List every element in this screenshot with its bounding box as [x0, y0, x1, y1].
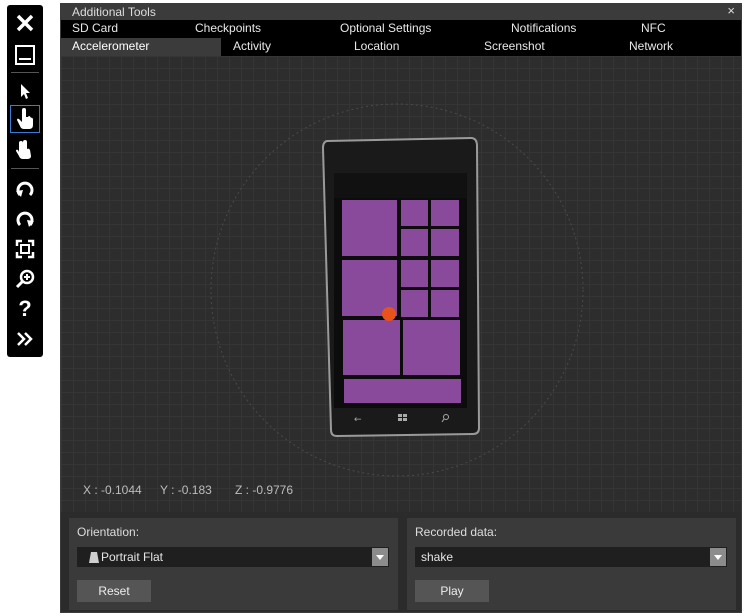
- fit-screen-icon: [15, 239, 35, 259]
- phone-icon: [89, 552, 99, 566]
- tab-screenshot[interactable]: Screenshot: [484, 38, 584, 56]
- phone-model: ←: [210, 103, 584, 477]
- reset-button[interactable]: Reset: [77, 580, 151, 602]
- rotate-right-icon: [15, 209, 35, 229]
- window-title: Additional Tools: [72, 5, 156, 19]
- recorded-data-group: Recorded data: shake Play: [407, 518, 736, 610]
- single-touch-icon: [14, 107, 36, 131]
- help-button[interactable]: ?: [10, 295, 40, 323]
- tab-network[interactable]: Network: [629, 38, 709, 56]
- rotate-left-button[interactable]: [10, 175, 40, 203]
- pointer-button[interactable]: [10, 77, 40, 105]
- tab-row-1: SD Card Checkpoints Optional Settings No…: [61, 20, 741, 38]
- multi-touch-button[interactable]: [10, 135, 40, 163]
- play-button[interactable]: Play: [415, 580, 489, 602]
- rotate-left-icon: [15, 179, 35, 199]
- emulator-toolbar: ?: [7, 5, 43, 357]
- tab-nfc[interactable]: NFC: [641, 20, 701, 38]
- tools-button[interactable]: [10, 325, 40, 353]
- pointer-icon: [17, 82, 33, 100]
- close-icon: [15, 13, 35, 33]
- recorded-data-label: Recorded data:: [415, 525, 498, 539]
- minimize-icon: [14, 44, 36, 66]
- title-bar: Additional Tools ×: [61, 3, 741, 20]
- fit-screen-button[interactable]: [10, 235, 40, 263]
- tab-activity[interactable]: Activity: [233, 38, 313, 56]
- zoom-icon: [15, 269, 35, 289]
- zoom-button[interactable]: [10, 265, 40, 293]
- recorded-data-select[interactable]: shake: [415, 547, 727, 567]
- recorded-data-value: shake: [421, 550, 454, 564]
- z-readout: Z : -0.9776: [235, 483, 294, 497]
- orientation-label: Orientation:: [77, 525, 140, 539]
- tab-location[interactable]: Location: [354, 38, 434, 56]
- close-button[interactable]: [10, 9, 40, 37]
- rotate-right-button[interactable]: [10, 205, 40, 233]
- tab-sd-card[interactable]: SD Card: [61, 20, 201, 38]
- close-icon[interactable]: ×: [727, 3, 735, 18]
- double-chevron-right-icon: [15, 330, 35, 348]
- orientation-group: Orientation: Portrait Flat Reset: [69, 518, 398, 610]
- y-readout: Y : -0.183: [160, 483, 212, 497]
- controls-area: Orientation: Portrait Flat Reset Recorde…: [61, 512, 741, 612]
- help-icon: ?: [18, 296, 32, 321]
- accelerometer-canvas[interactable]: ←: [61, 56, 741, 512]
- svg-text:←: ←: [354, 415, 362, 425]
- single-touch-button[interactable]: [10, 105, 40, 133]
- chevron-down-icon[interactable]: [710, 548, 726, 566]
- minimize-button[interactable]: [10, 41, 40, 69]
- multi-touch-icon: [13, 137, 37, 161]
- tab-row-2: Accelerometer Activity Location Screensh…: [61, 38, 741, 56]
- x-readout: X : -0.1044: [83, 483, 142, 497]
- chevron-down-icon[interactable]: [372, 548, 388, 566]
- tab-accelerometer[interactable]: Accelerometer: [61, 38, 221, 56]
- orientation-select[interactable]: Portrait Flat: [77, 547, 389, 567]
- tab-optional-settings[interactable]: Optional Settings: [340, 20, 460, 38]
- tab-checkpoints[interactable]: Checkpoints: [195, 20, 295, 38]
- additional-tools-window: Additional Tools × SD Card Checkpoints O…: [60, 3, 742, 613]
- orientation-value: Portrait Flat: [101, 550, 164, 564]
- tab-notifications[interactable]: Notifications: [511, 20, 611, 38]
